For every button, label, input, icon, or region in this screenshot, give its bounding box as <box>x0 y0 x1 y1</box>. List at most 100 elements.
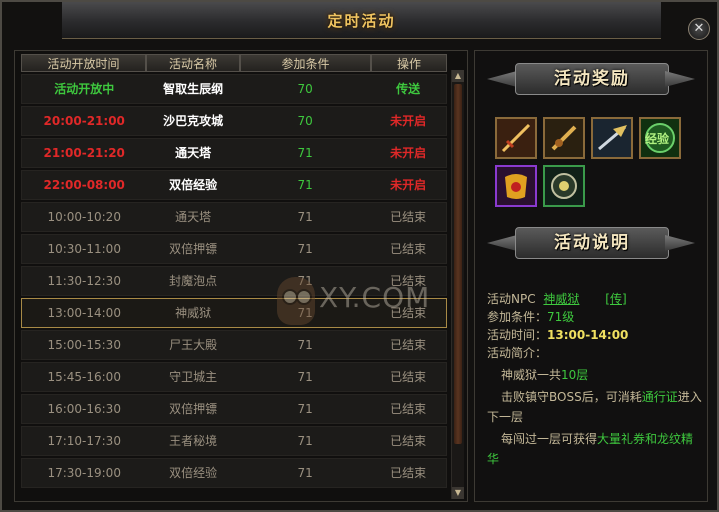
floor-count: 10层 <box>561 368 589 382</box>
activity-name: 沙巴克攻城 <box>163 114 224 128</box>
reward-sword-icon[interactable] <box>495 117 537 159</box>
owl-icon <box>277 277 315 325</box>
wing-right-icon <box>665 71 695 87</box>
activity-action: 未开启 <box>390 146 427 160</box>
scroll-up-icon[interactable]: ▲ <box>452 70 464 82</box>
activity-time: 16:00-16:30 <box>47 402 121 416</box>
table-row[interactable]: 10:00-10:20 通天塔 71 已结束 <box>21 202 447 232</box>
activity-time: 15:45-16:00 <box>47 370 121 384</box>
reward-scroll-icon[interactable] <box>495 165 537 207</box>
activity-name: 双倍押镖 <box>169 242 218 256</box>
wing-right-icon <box>665 235 695 251</box>
reward-blade-icon[interactable] <box>543 117 585 159</box>
intro-text: 击败镇守BOSS后，可消耗 <box>501 390 642 404</box>
time-value: 13:00-14:00 <box>547 328 629 342</box>
wing-left-icon <box>487 235 517 251</box>
activity-time: 17:10-17:30 <box>47 434 121 448</box>
scroll-thumb[interactable] <box>454 84 462 444</box>
intro-line-2: 击败镇守BOSS后，可消耗通行证进入 <box>501 387 702 407</box>
condition-line: 参加条件：71级 <box>487 307 574 327</box>
wing-left-icon <box>487 71 517 87</box>
activity-condition: 71 <box>297 402 313 416</box>
watermark-logo: XY.COM <box>277 277 487 337</box>
intro-line-3: 下一层 <box>487 410 524 424</box>
intro-line-5: 华 <box>487 452 500 466</box>
activity-condition: 71 <box>297 434 313 448</box>
activity-condition: 71 <box>297 370 313 384</box>
table-row[interactable]: 10:30-11:00 双倍押镖 71 已结束 <box>21 234 447 264</box>
npc-name-link[interactable]: 神威狱 <box>543 292 579 306</box>
intro-label: 活动简介： <box>487 346 548 360</box>
activity-time: 13:00-14:00 <box>47 306 121 320</box>
activity-name: 智取生辰纲 <box>163 82 224 96</box>
pass-item: 通行证 <box>641 390 678 404</box>
table-header: 活动开放时间 活动名称 参加条件 操作 <box>21 54 447 72</box>
intro-text: 神威狱一共 <box>501 368 562 382</box>
activity-condition: 71 <box>297 146 313 160</box>
activity-time: 22:00-08:00 <box>43 178 125 192</box>
header-name: 活动名称 <box>146 54 240 72</box>
table-row[interactable]: 22:00-08:00 双倍经验 71 未开启 <box>21 170 447 200</box>
close-button[interactable]: ✕ <box>688 18 710 40</box>
activity-condition: 70 <box>297 114 313 128</box>
activity-time: 21:00-21:20 <box>43 146 125 160</box>
activity-action[interactable]: 传送 <box>370 75 446 103</box>
activity-action: 未开启 <box>390 114 427 128</box>
activity-time: 11:30-12:30 <box>47 274 121 288</box>
header-time: 活动开放时间 <box>21 54 146 72</box>
table-row[interactable]: 活动开放中 智取生辰纲 70 传送 <box>21 74 447 104</box>
condition-value: 71级 <box>547 310 575 324</box>
npc-teleport-link[interactable]: [传] <box>605 292 626 306</box>
header-condition: 参加条件 <box>240 54 371 72</box>
title-bar: 定时活动 <box>62 2 661 39</box>
table-row[interactable]: 15:45-16:00 守卫城主 71 已结束 <box>21 362 447 392</box>
watermark-text: XY.COM <box>319 281 431 314</box>
intro-text: 进入 <box>677 390 702 404</box>
activity-time: 15:00-15:30 <box>47 338 121 352</box>
rewards-title: 活动奖励 <box>515 63 669 95</box>
activity-action: 已结束 <box>390 210 427 224</box>
activity-name: 王者秘境 <box>169 434 218 448</box>
activity-action: 已结束 <box>390 370 427 384</box>
activity-name: 双倍经验 <box>169 178 218 192</box>
activity-name: 封魔泡点 <box>169 274 218 288</box>
description-title: 活动说明 <box>515 227 669 259</box>
reward-spear-icon[interactable] <box>591 117 633 159</box>
npc-line: 活动NPC 神威狱 [传] <box>487 289 627 309</box>
npc-label: 活动NPC <box>487 292 536 306</box>
scroll-down-icon[interactable]: ▼ <box>452 487 464 499</box>
activity-name: 守卫城主 <box>169 370 218 384</box>
activity-time: 20:00-21:00 <box>43 114 125 128</box>
description-header: 活动说明 <box>487 223 695 263</box>
time-label: 活动时间： <box>487 328 548 342</box>
activity-time: 10:00-10:20 <box>47 210 121 224</box>
activity-name: 神威狱 <box>175 306 212 320</box>
table-row[interactable]: 20:00-21:00 沙巴克攻城 70 未开启 <box>21 106 447 136</box>
table-row[interactable]: 17:10-17:30 王者秘境 71 已结束 <box>21 426 447 456</box>
activity-condition: 71 <box>297 242 313 256</box>
activity-time: 活动开放中 <box>54 82 115 96</box>
table-row[interactable]: 21:00-21:20 通天塔 71 未开启 <box>21 138 447 168</box>
header-operation: 操作 <box>371 54 447 72</box>
exp-label: 经验 <box>645 132 670 146</box>
activity-condition: 70 <box>297 82 313 96</box>
activity-name: 通天塔 <box>175 146 212 160</box>
activity-action: 已结束 <box>390 466 427 480</box>
activity-name: 双倍经验 <box>169 466 218 480</box>
activity-condition: 71 <box>297 466 313 480</box>
activity-name: 双倍押镖 <box>169 402 218 416</box>
reward-exp-icon[interactable]: 经验 <box>639 117 681 159</box>
activity-condition: 71 <box>297 178 313 192</box>
activity-table-panel: 活动开放时间 活动名称 参加条件 操作 活动开放中 智取生辰纲 70 传送 20:00-… <box>14 50 468 502</box>
activity-name: 尸王大殿 <box>169 338 218 352</box>
table-row[interactable]: 16:00-16:30 双倍押镖 71 已结束 <box>21 394 447 424</box>
activity-action: 已结束 <box>390 434 427 448</box>
activity-action: 已结束 <box>390 402 427 416</box>
rewards-header: 活动奖励 <box>487 59 695 99</box>
reward-token-icon[interactable] <box>543 165 585 207</box>
table-row[interactable]: 17:30-19:00 双倍经验 71 已结束 <box>21 458 447 488</box>
activity-time: 10:30-11:00 <box>47 242 121 256</box>
condition-label: 参加条件： <box>487 310 548 324</box>
reward-text: 大量礼券和龙纹精 <box>597 432 694 446</box>
intro-text: 每闯过一层可获得 <box>501 432 598 446</box>
